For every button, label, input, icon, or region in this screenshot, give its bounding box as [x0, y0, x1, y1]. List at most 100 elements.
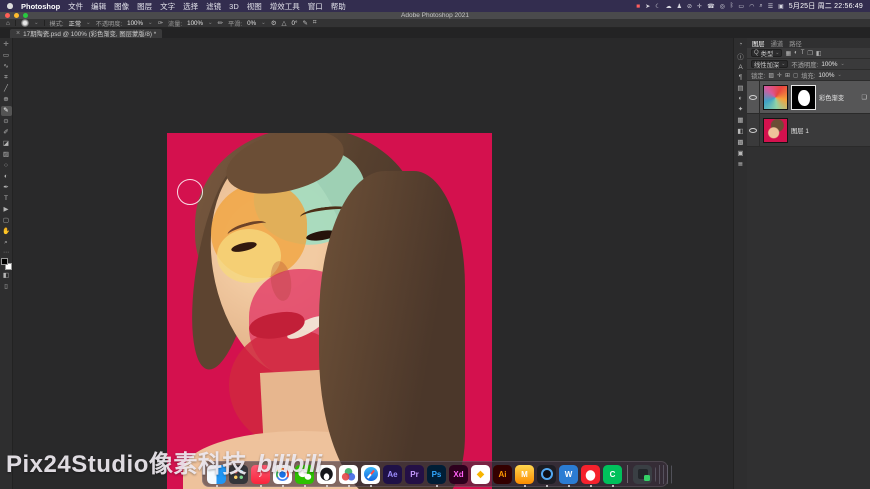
layer-mask-thumbnail[interactable]: [791, 85, 816, 110]
history-panel-icon[interactable]: ◔: [739, 41, 743, 48]
layer-row-gradient[interactable]: 彩色渐变 ❑: [747, 81, 870, 114]
hand-tool[interactable]: ✋: [1, 227, 12, 237]
smoothing-value[interactable]: 0%: [247, 20, 256, 27]
shape-tool[interactable]: ▢: [1, 216, 12, 226]
eye-icon[interactable]: [749, 95, 757, 100]
xd-icon[interactable]: Xd: [449, 465, 468, 484]
move-tool[interactable]: ✛: [1, 40, 12, 50]
visibility-cell[interactable]: [747, 81, 760, 113]
spot-healing-tool[interactable]: ⊕: [1, 95, 12, 105]
brush-settings-icon[interactable]: ✎: [302, 19, 307, 27]
qq-red-icon[interactable]: [581, 465, 600, 484]
visibility-cell[interactable]: [747, 114, 760, 146]
fill-chevron[interactable]: ⌄: [838, 72, 842, 78]
history-brush-tool[interactable]: ✐: [1, 128, 12, 138]
send-icon[interactable]: ➤: [645, 3, 650, 10]
color-swatches[interactable]: [1, 258, 12, 270]
layer-opacity-value[interactable]: 100%: [821, 61, 837, 68]
lasso-tool[interactable]: ∿: [1, 62, 12, 72]
menu-view[interactable]: 视图: [247, 1, 262, 12]
photoshop-icon[interactable]: Ps: [427, 465, 446, 484]
layer-name[interactable]: 图层 1: [791, 126, 870, 135]
gradients-panel-icon[interactable]: ▩: [737, 138, 743, 146]
menu-type[interactable]: 文字: [160, 1, 175, 12]
menu-app-name[interactable]: Photoshop: [21, 2, 60, 11]
mweb-icon[interactable]: M: [515, 465, 534, 484]
eyedropper-tool[interactable]: ╱: [1, 84, 12, 94]
filter-type-layer-icon[interactable]: T: [801, 50, 805, 56]
quick-mask-icon[interactable]: ◧: [1, 271, 12, 281]
info-panel-icon[interactable]: ⓘ: [737, 51, 744, 61]
foreground-color-swatch[interactable]: [1, 258, 8, 265]
menu-layer[interactable]: 图层: [137, 1, 152, 12]
phone-icon[interactable]: ☎: [707, 3, 714, 10]
filter-group-icon[interactable]: ❐: [807, 50, 812, 57]
styles-panel-icon[interactable]: ✦: [738, 105, 743, 113]
premiere-icon[interactable]: Pr: [405, 465, 424, 484]
pen-tool[interactable]: ✒: [1, 183, 12, 193]
eraser-tool[interactable]: ◪: [1, 139, 12, 149]
plus-icon[interactable]: ✛: [697, 3, 702, 10]
close-window-button[interactable]: [5, 13, 10, 18]
close-tab-icon[interactable]: ×: [16, 30, 20, 37]
menu-select[interactable]: 选择: [183, 1, 198, 12]
mode-chevron[interactable]: ⌄: [86, 20, 91, 26]
marquee-tool[interactable]: ▭: [1, 51, 12, 61]
menu-3d[interactable]: 3D: [229, 2, 239, 11]
color-panel-icon[interactable]: ◧: [737, 127, 743, 135]
blocker-icon[interactable]: ⊘: [687, 3, 692, 10]
lock-transparent-icon[interactable]: ▨: [768, 72, 774, 79]
gradient-tool[interactable]: ▨: [1, 150, 12, 160]
zoom-tool[interactable]: ⌕: [1, 238, 12, 248]
mode-value[interactable]: 正常: [69, 19, 81, 28]
menu-plugins[interactable]: 增效工具: [270, 1, 300, 12]
illustrator-icon[interactable]: Ai: [493, 465, 512, 484]
canvas-image[interactable]: [167, 133, 492, 489]
document-tab[interactable]: × 17期陶瓷.psd @ 100% (彩色渐变, 图层蒙版/8) *: [10, 29, 162, 38]
safari-icon[interactable]: [361, 465, 380, 484]
apple-menu-icon[interactable]: [7, 3, 13, 9]
c-app-icon[interactable]: C: [603, 465, 622, 484]
sketch-icon[interactable]: ◆: [471, 465, 490, 484]
lock-position-icon[interactable]: ✛: [777, 72, 782, 79]
cloud-icon[interactable]: ☁: [666, 3, 672, 10]
menu-clock[interactable]: 5月25日 周二 22:56:49: [789, 1, 863, 11]
dodge-tool[interactable]: ◐: [1, 172, 12, 182]
brush-preset-chevron[interactable]: ⌄: [34, 20, 39, 26]
bluetooth-icon[interactable]: ᛒ: [730, 3, 734, 9]
layer-thumbnail[interactable]: [763, 118, 788, 143]
layer-thumbnail[interactable]: [763, 85, 788, 110]
filter-smart-icon[interactable]: ◧: [816, 50, 822, 57]
angle-value[interactable]: 0°: [292, 20, 298, 27]
menu-edit[interactable]: 编辑: [91, 1, 106, 12]
media-player-icon[interactable]: [537, 465, 556, 484]
blur-tool[interactable]: ○: [1, 161, 12, 171]
brush-preset-icon[interactable]: [21, 19, 29, 27]
clone-stamp-tool[interactable]: ⊙: [1, 117, 12, 127]
wifi-icon[interactable]: ◠: [749, 3, 754, 10]
adjustments-panel-icon[interactable]: ◐: [739, 95, 743, 102]
flow-chevron[interactable]: ⌄: [208, 20, 213, 26]
assistant-icon[interactable]: ♟: [677, 3, 682, 10]
home-icon[interactable]: ⌂: [6, 20, 10, 27]
search-icon[interactable]: ⌕: [759, 3, 762, 10]
swatches-panel-icon[interactable]: ▦: [737, 116, 743, 124]
smoothing-gear-icon[interactable]: ⚙: [271, 19, 277, 27]
menu-window[interactable]: 窗口: [308, 1, 323, 12]
type-tool[interactable]: T: [1, 194, 12, 204]
target-icon[interactable]: ◎: [720, 3, 725, 10]
battery-icon[interactable]: ▭: [738, 3, 744, 10]
path-selection-tool[interactable]: ▶: [1, 205, 12, 215]
zoom-window-button[interactable]: [23, 13, 28, 18]
layer-filter-type[interactable]: Q 类型 ⌄: [751, 49, 782, 57]
properties-panel-icon[interactable]: ≣: [738, 160, 743, 168]
crop-tool[interactable]: ⌗: [1, 73, 12, 83]
tab-channels[interactable]: 通道: [771, 39, 784, 48]
record-icon[interactable]: ■: [636, 3, 640, 10]
smoothing-chevron[interactable]: ⌄: [261, 20, 266, 26]
symmetry-icon[interactable]: ⌗: [313, 19, 317, 27]
character-panel-icon[interactable]: A: [738, 64, 742, 71]
moon-icon[interactable]: ☾: [655, 3, 660, 10]
lock-artboard-icon[interactable]: ⊞: [785, 72, 790, 79]
w-office-icon[interactable]: W: [559, 465, 578, 484]
